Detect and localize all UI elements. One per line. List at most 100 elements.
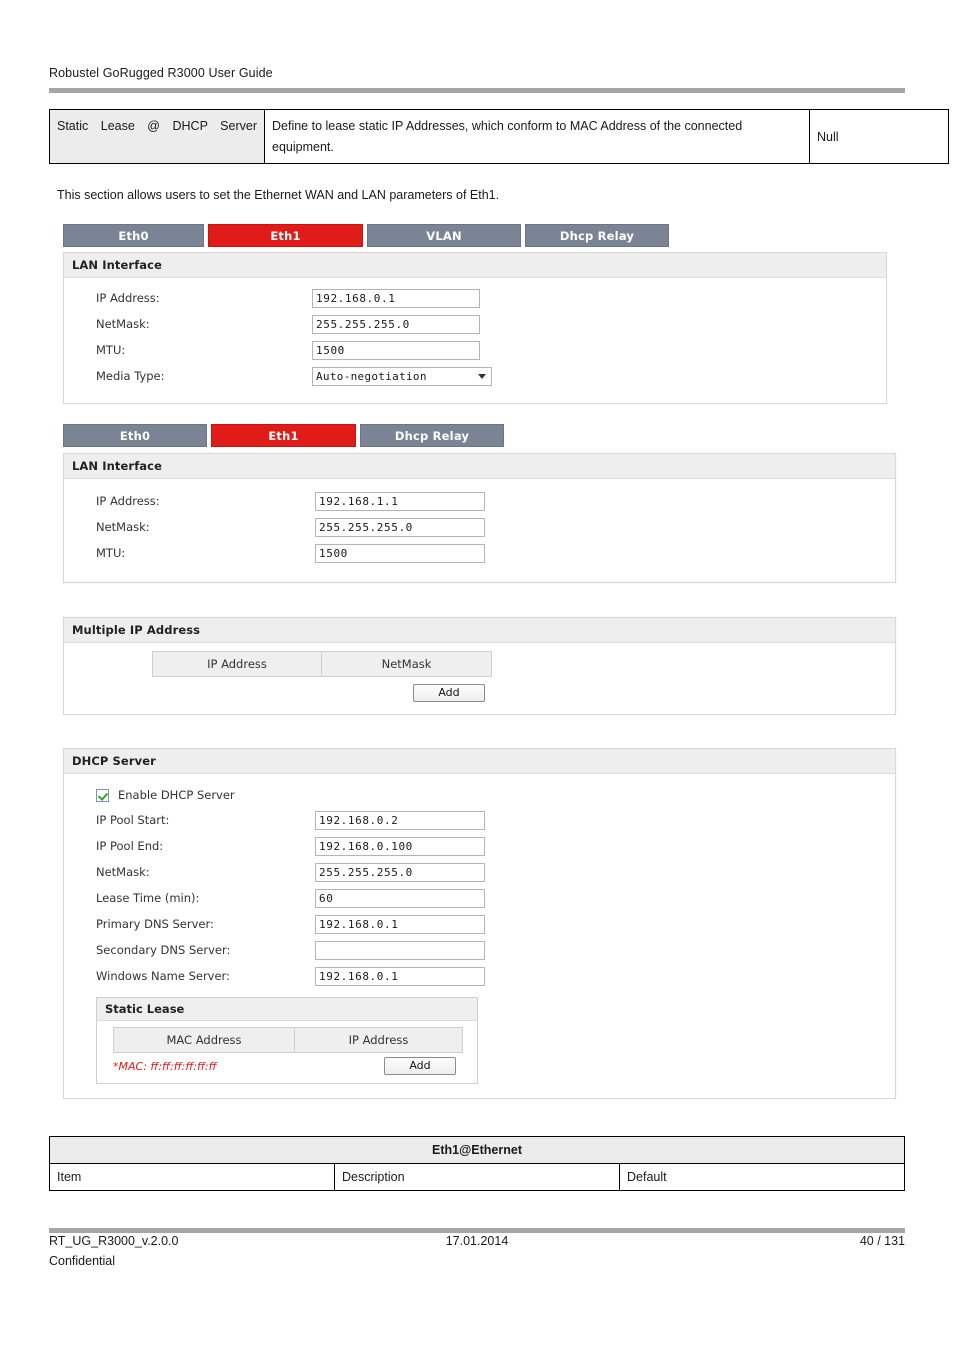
field-row-ip-pool-end: IP Pool End: 192.168.0.100: [64, 833, 895, 859]
input-ip-pool-start[interactable]: 192.168.0.2: [315, 810, 485, 830]
checkbox-enable-dhcp-server[interactable]: [96, 788, 109, 802]
column-header-ip-address: IP Address: [152, 651, 322, 677]
select-media-type[interactable]: Auto-negotiation: [312, 366, 492, 386]
tab-vlan[interactable]: VLAN: [367, 224, 521, 247]
column-header-default: Default: [619, 1163, 905, 1191]
tab-dhcp-relay-2[interactable]: Dhcp Relay: [360, 424, 504, 447]
input-secondary-dns-server[interactable]: [315, 940, 485, 960]
table-header-row: Item Description Default: [49, 1163, 905, 1191]
input-mtu[interactable]: 1500: [312, 340, 480, 360]
input-ip-address[interactable]: 192.168.0.1: [312, 288, 480, 308]
label-enable-dhcp-server: Enable DHCP Server: [118, 788, 235, 802]
label-media-type: Media Type:: [96, 369, 165, 383]
tabbar-eth1-2: Eth0 Eth1 Dhcp Relay: [63, 424, 896, 447]
screenshot-eth1-lan-interface: Eth0 Eth1 VLAN Dhcp Relay LAN Interface …: [63, 224, 887, 404]
label-ip-pool-start: IP Pool Start:: [96, 813, 170, 827]
label-windows-name-server: Windows Name Server:: [96, 969, 230, 983]
input-netmask-2[interactable]: 255.255.255.0: [315, 517, 485, 537]
table-title-row: Eth1@Ethernet: [49, 1136, 905, 1164]
table-multiple-ip-address: IP Address NetMask: [152, 651, 492, 677]
document-header: Robustel GoRugged R3000 User Guide: [49, 66, 905, 80]
tab-eth1-2[interactable]: Eth1: [211, 424, 356, 447]
chevron-down-icon: [478, 373, 486, 379]
select-media-type-value: Auto-negotiation: [316, 369, 427, 383]
tab-eth0-2[interactable]: Eth0: [63, 424, 207, 447]
static-lease-footer-row: *MAC: ff:ff:ff:ff:ff:ff Add: [113, 1057, 456, 1075]
table-header-row: MAC Address IP Address: [113, 1027, 463, 1053]
column-header-item: Item: [49, 1163, 335, 1191]
label-secondary-dns-server: Secondary DNS Server:: [96, 943, 231, 957]
label-netmask: NetMask:: [96, 317, 150, 331]
subpanel-title-static-lease: Static Lease: [97, 998, 477, 1021]
panel-title-lan-interface: LAN Interface: [64, 253, 886, 278]
panel-title-lan-interface-2: LAN Interface: [64, 454, 895, 479]
label-ip-address: IP Address:: [96, 291, 160, 305]
footer-date: 17.01.2014: [445, 1234, 509, 1248]
panel-multiple-ip-address: Multiple IP Address IP Address NetMask A…: [63, 617, 896, 715]
field-row-lease-time: Lease Time (min): 60: [64, 885, 895, 911]
panel-body-multiple-ip-address: IP Address NetMask Add: [64, 643, 895, 714]
label-netmask-2: NetMask:: [96, 520, 150, 534]
add-button-static-lease[interactable]: Add: [384, 1057, 456, 1075]
tab-dhcp-relay[interactable]: Dhcp Relay: [525, 224, 669, 247]
footer-line-1: RT_UG_R3000_v.2.0.0 17.01.2014 40 / 131: [49, 1234, 905, 1253]
panel-dhcp-server: DHCP Server Enable DHCP Server IP Pool S…: [63, 748, 896, 1099]
intro-paragraph: This section allows users to set the Eth…: [57, 188, 500, 202]
table-header-row: IP Address NetMask: [152, 651, 492, 677]
input-mtu-2[interactable]: 1500: [315, 543, 485, 563]
label-ip-address-2: IP Address:: [96, 494, 160, 508]
input-primary-dns-server[interactable]: 192.168.0.1: [315, 914, 485, 934]
screenshot-eth1-lan-interface-2: Eth0 Eth1 Dhcp Relay LAN Interface IP Ad…: [63, 424, 896, 583]
field-row-ip-address: IP Address: 192.168.0.1: [64, 285, 886, 311]
add-row-multiple-ip: Add: [152, 681, 485, 702]
label-primary-dns-server: Primary DNS Server:: [96, 917, 214, 931]
tab-eth0[interactable]: Eth0: [63, 224, 204, 247]
label-ip-pool-end: IP Pool End:: [96, 839, 164, 853]
field-row-mtu: MTU: 1500: [64, 337, 886, 363]
panel-body-lan-interface-1: IP Address: 192.168.0.1 NetMask: 255.255…: [64, 278, 886, 403]
field-row-media-type: Media Type: Auto-negotiation: [64, 363, 886, 389]
field-row-secondary-dns: Secondary DNS Server:: [64, 937, 895, 963]
panel-lan-interface-1: LAN Interface IP Address: 192.168.0.1 Ne…: [63, 252, 887, 404]
add-button-multiple-ip[interactable]: Add: [413, 684, 485, 702]
eth1-ethernet-table: Eth1@Ethernet Item Description Default: [49, 1136, 905, 1191]
footer-divider: [49, 1228, 905, 1233]
field-row-netmask: NetMask: 255.255.255.0: [64, 311, 886, 337]
input-netmask[interactable]: 255.255.255.0: [312, 314, 480, 334]
panel-lan-interface-2: LAN Interface IP Address: 192.168.1.1 Ne…: [63, 453, 896, 583]
document-header-title: Robustel GoRugged R3000 User Guide: [49, 66, 273, 80]
input-lease-time[interactable]: 60: [315, 888, 485, 908]
input-windows-name-server[interactable]: 192.168.0.1: [315, 966, 485, 986]
input-ip-pool-end[interactable]: 192.168.0.100: [315, 836, 485, 856]
subpanel-body-static-lease: MAC Address IP Address *MAC: ff:ff:ff:ff…: [97, 1021, 477, 1083]
column-header-netmask: NetMask: [321, 651, 492, 677]
input-ip-address-2[interactable]: 192.168.1.1: [315, 491, 485, 511]
table-cell-default: Null: [809, 108, 949, 165]
table-title-eth1-ethernet: Eth1@Ethernet: [49, 1136, 905, 1164]
field-row-windows-name-server: Windows Name Server: 192.168.0.1: [64, 963, 895, 989]
tabbar-eth1: Eth0 Eth1 VLAN Dhcp Relay: [63, 224, 887, 247]
field-row-netmask-2: NetMask: 255.255.255.0: [64, 514, 895, 540]
column-header-static-ip-address: IP Address: [294, 1027, 463, 1053]
screenshot-dhcp-server: DHCP Server Enable DHCP Server IP Pool S…: [63, 748, 896, 1099]
label-mtu: MTU:: [96, 343, 126, 357]
static-lease-description-table: Static Lease @ DHCP Server Define to lea…: [49, 108, 949, 165]
checkbox-row-enable-dhcp[interactable]: Enable DHCP Server: [64, 783, 895, 807]
table-cell-description: Define to lease static IP Addresses, whi…: [264, 108, 810, 165]
field-row-mtu-2: MTU: 1500: [64, 540, 895, 566]
field-row-dhcp-netmask: NetMask: 255.255.255.0: [64, 859, 895, 885]
subpanel-static-lease: Static Lease MAC Address IP Address *MAC…: [96, 997, 478, 1084]
mac-format-hint: *MAC: ff:ff:ff:ff:ff:ff: [113, 1059, 217, 1073]
label-dhcp-netmask: NetMask:: [96, 865, 150, 879]
input-dhcp-netmask[interactable]: 255.255.255.0: [315, 862, 485, 882]
tab-eth1[interactable]: Eth1: [208, 224, 363, 247]
field-row-ip-pool-start: IP Pool Start: 192.168.0.2: [64, 807, 895, 833]
column-header-mac-address: MAC Address: [113, 1027, 295, 1053]
panel-title-dhcp-server: DHCP Server: [64, 749, 895, 774]
footer-confidential: Confidential: [49, 1254, 116, 1268]
label-lease-time: Lease Time (min):: [96, 891, 200, 905]
label-mtu-2: MTU:: [96, 546, 126, 560]
column-header-description: Description: [334, 1163, 620, 1191]
panel-body-dhcp-server: Enable DHCP Server IP Pool Start: 192.16…: [64, 774, 895, 1098]
table-cell-item: Static Lease @ DHCP Server: [49, 108, 265, 165]
